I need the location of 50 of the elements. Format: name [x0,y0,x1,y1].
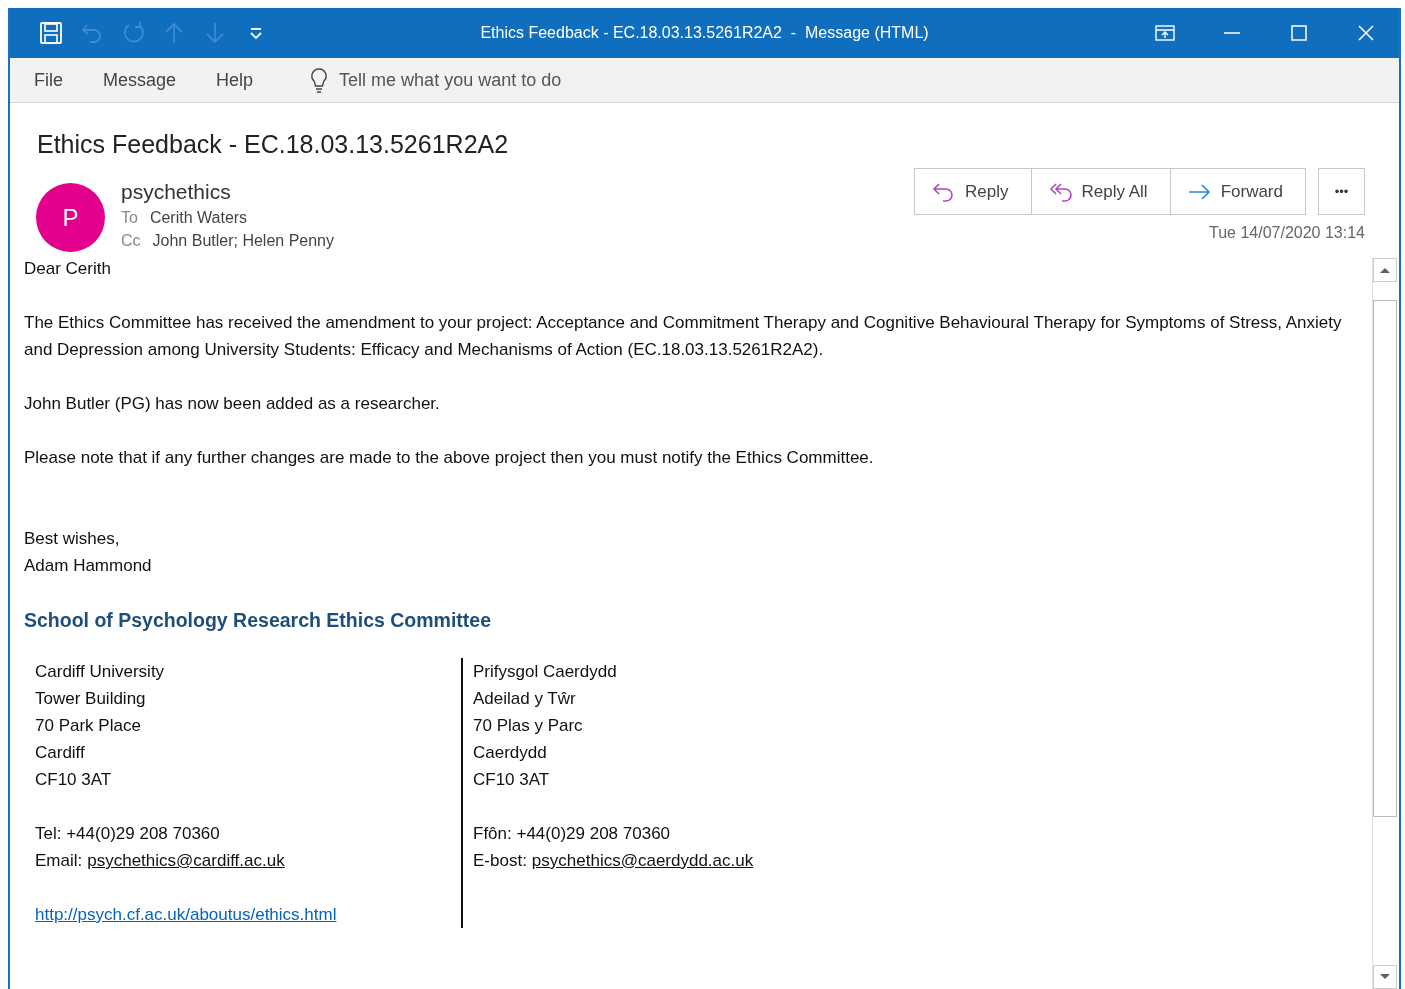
save-icon[interactable] [39,21,63,45]
closing-text: Adam Hammond [24,555,153,577]
address-line: Caerdydd [473,742,548,764]
sender-name: psychethics [121,180,232,204]
address-line: 70 Park Place [35,715,142,737]
contact-label: Email: [35,851,83,870]
lightbulb-icon [309,67,330,93]
reply-all-button[interactable]: Reply All [1030,168,1171,215]
signature-heading: School of Psychology Research Ethics Committee [24,608,493,633]
more-actions-button[interactable]: ••• [1318,168,1365,215]
reply-all-arrows-icon [1047,180,1072,203]
recipient-text: John Butler; Helen Penny [152,232,334,249]
address-line: Tower Building [35,688,147,710]
reply-arrow-icon [931,180,956,203]
ribbon-display-icon[interactable] [1153,22,1176,44]
scroll-up-icon[interactable] [1373,258,1397,282]
body-paragraph: John Butler (PG) has now been added as a researcher. [24,393,441,415]
address-line: Prifysgol Caerdydd [473,661,618,683]
address-line: Adeilad y Tŵr [473,688,577,710]
scroll-down-icon[interactable] [1373,965,1397,989]
address-line: 70 Plas y Parc [473,715,584,737]
reply-button[interactable]: Reply [914,168,1032,215]
address-line: Cardiff University [35,661,166,683]
scrollbar[interactable] [1372,258,1397,989]
email-link[interactable]: psychethics@cardiff.ac.uk [87,851,285,870]
body-paragraph: Please note that if any further changes are made to the above project then you must notify the Ethics Committee. [24,447,875,469]
body-paragraph: The Ethics Committee has received the amendment to your project: Acceptance and Commitment Therapy and Cognitive Behavioural Therapy for Symptoms of Stress, Anxiety and Depression among University Students: Efficacy and Mechanisms of Action (EC.18.03.13.5261R2A2). [24,312,1343,361]
address-line: CF10 3AT [35,769,113,791]
contact-text: Ffôn: +44(0)29 208 70360 [473,823,672,845]
menu-item[interactable]: Help [216,69,254,91]
closing-text: Best wishes, [24,528,121,550]
window-title: Ethics Feedback - EC.18.03.13.5261R2A2 - Message (HTML) [480,24,929,42]
search-field[interactable]: Tell me what you want to do [339,67,660,93]
contact-text: Tel: +44(0)29 208 70360 [35,823,221,845]
body-paragraph: Dear Cerith [24,258,112,280]
scrollbar-thumb[interactable] [1373,300,1397,817]
field-label: Cc [121,232,141,249]
address-line: CF10 3AT [473,769,551,791]
message-subject: Ethics Feedback - EC.18.03.13.5261R2A2 [37,130,510,159]
web-link[interactable]: http://psych.cf.ac.uk/aboutus/ethics.html [35,905,337,924]
sender-avatar: P [36,183,105,252]
menu-item[interactable]: File [34,69,63,91]
forward-button[interactable]: Forward [1169,168,1306,215]
contact-label: E-bost: [473,851,527,870]
recipient-text: Cerith Waters [149,209,248,226]
sent-date: Tue 14/07/2020 13:14 [1209,224,1365,242]
menu-item[interactable]: Message [103,69,177,91]
address-line: Cardiff [35,742,86,764]
field-label: To [121,209,138,226]
email-link[interactable]: psychethics@caerdydd.ac.uk [531,851,754,870]
